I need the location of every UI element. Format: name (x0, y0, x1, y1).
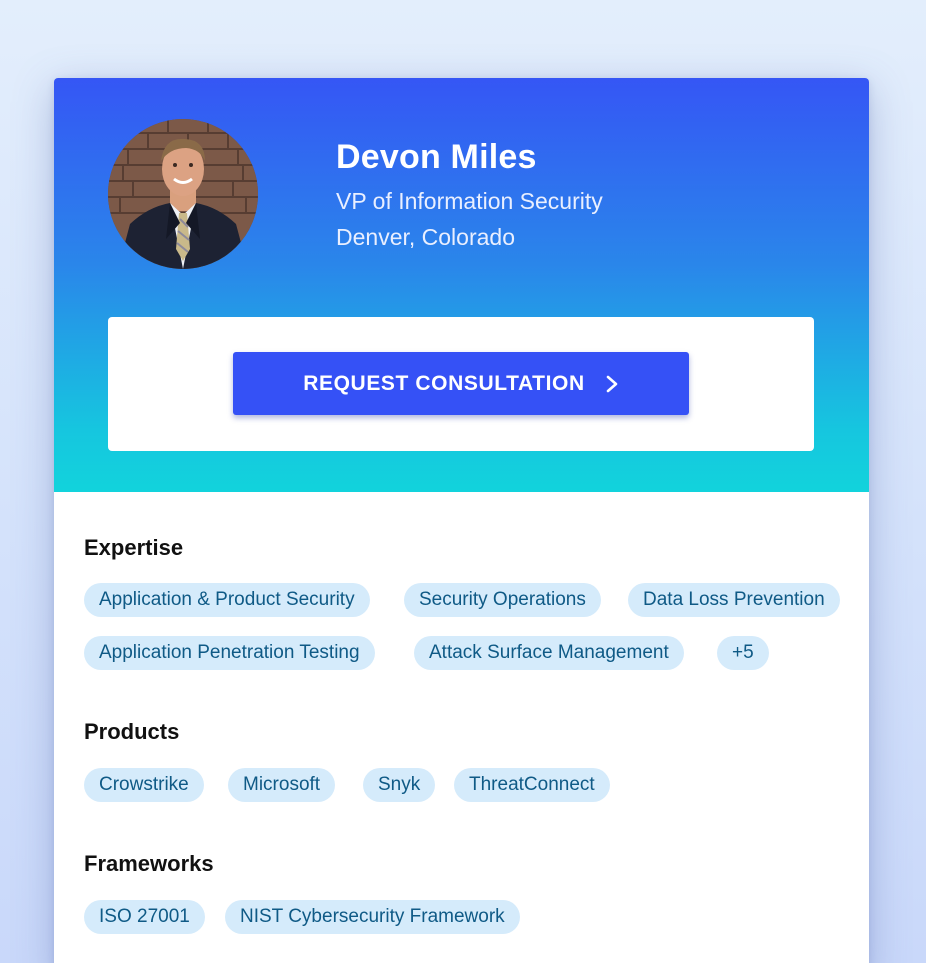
request-consultation-button[interactable]: REQUEST CONSULTATION (233, 352, 689, 415)
product-tag[interactable]: Snyk (363, 768, 436, 802)
framework-tag[interactable]: NIST Cybersecurity Framework (225, 900, 520, 934)
product-tag[interactable]: Crowstrike (84, 768, 204, 802)
product-tag[interactable]: ThreatConnect (454, 768, 610, 802)
cta-panel: REQUEST CONSULTATION (108, 317, 814, 451)
expertise-tag[interactable]: Data Loss Prevention (628, 583, 840, 617)
profile-card: Devon Miles VP of Information Security D… (54, 78, 869, 963)
frameworks-heading: Frameworks (84, 851, 214, 876)
expertise-heading: Expertise (84, 535, 184, 560)
profile-name: Devon Miles (336, 138, 537, 176)
profile-location: Denver, Colorado (336, 224, 515, 250)
avatar-photo (108, 119, 258, 269)
request-consultation-label: REQUEST CONSULTATION (303, 371, 585, 395)
framework-tag[interactable]: ISO 27001 (84, 900, 205, 934)
expertise-tag[interactable]: Application Penetration Testing (84, 636, 375, 670)
expertise-more-tag[interactable]: +5 (717, 636, 769, 670)
profile-header: Devon Miles VP of Information Security D… (54, 78, 869, 492)
profile-role: VP of Information Security (336, 188, 603, 214)
avatar (108, 119, 258, 269)
products-heading: Products (84, 719, 180, 744)
expertise-tag[interactable]: Application & Product Security (84, 583, 370, 617)
chevron-right-icon (606, 375, 618, 392)
expertise-tag[interactable]: Attack Surface Management (414, 636, 684, 670)
product-tag[interactable]: Microsoft (228, 768, 336, 802)
expertise-tag[interactable]: Security Operations (404, 583, 601, 617)
page-background: Devon Miles VP of Information Security D… (0, 0, 926, 963)
